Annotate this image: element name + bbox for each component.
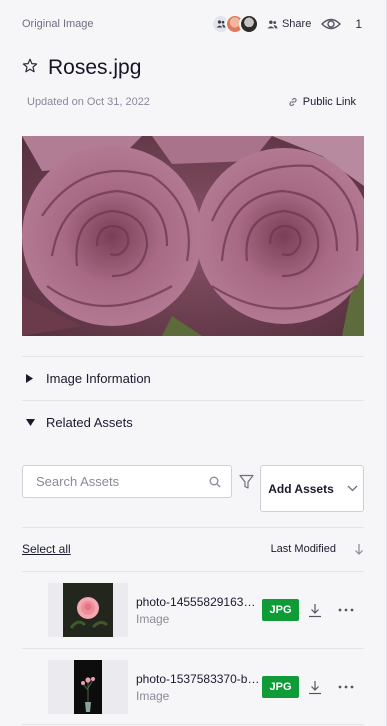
asset-details-panel: Original Image Share 1 Roses.jpg Updated… xyxy=(0,0,387,726)
breadcrumb: Original Image xyxy=(22,18,94,30)
image-information-toggle[interactable]: Image Information xyxy=(22,357,364,399)
more-options-icon[interactable] xyxy=(337,608,355,612)
add-assets-button[interactable]: Add Assets xyxy=(260,465,364,512)
people-icon xyxy=(267,20,278,28)
filter-icon[interactable] xyxy=(233,465,260,498)
asset-thumbnail xyxy=(48,660,128,714)
search-box[interactable] xyxy=(22,465,232,498)
collaborator-avatars[interactable] xyxy=(210,14,259,34)
list-header: Select all Last Modified xyxy=(22,538,364,560)
updated-date: Updated on Oct 31, 2022 xyxy=(27,96,150,108)
top-actions: Share 1 xyxy=(210,14,362,34)
more-options-icon[interactable] xyxy=(337,685,355,689)
meta-row: Updated on Oct 31, 2022 Public Link xyxy=(27,94,356,110)
related-assets-toggle[interactable]: Related Assets xyxy=(22,401,364,443)
top-bar: Original Image Share 1 xyxy=(22,12,362,36)
arrow-down-icon xyxy=(355,544,363,555)
public-link-button[interactable]: Public Link xyxy=(288,96,356,108)
sort-control[interactable]: Last Modified xyxy=(271,543,364,555)
caret-down-icon xyxy=(26,418,40,426)
chevron-down-icon xyxy=(341,485,363,492)
title-row: Roses.jpg xyxy=(22,54,141,82)
sort-label: Last Modified xyxy=(270,543,336,555)
asset-info: photo-1455582916367-25f75bfc6710 Image xyxy=(136,595,260,626)
section-label: Image Information xyxy=(46,370,151,386)
page-title: Roses.jpg xyxy=(48,56,142,79)
divider xyxy=(22,527,364,528)
related-assets-toolbar: Add Assets xyxy=(22,465,364,513)
select-all-link[interactable]: Select all xyxy=(22,542,71,556)
image-preview[interactable] xyxy=(22,136,364,336)
caret-right-icon xyxy=(26,373,40,383)
list-item[interactable]: photo-1455582916367-25f75bfc6710 Image J… xyxy=(22,573,364,647)
asset-name[interactable]: photo-1455582916367-25f75bfc6710 xyxy=(136,595,260,609)
roses-image xyxy=(22,136,364,336)
public-link-label: Public Link xyxy=(302,96,356,108)
asset-thumbnail xyxy=(48,583,128,637)
asset-info: photo-1537583370-bb0bfe7bad1e Image xyxy=(136,672,260,703)
search-input[interactable] xyxy=(36,474,209,489)
share-label: Share xyxy=(281,18,312,30)
divider xyxy=(22,648,364,649)
file-type-badge: JPG xyxy=(262,599,299,621)
favorite-star-icon[interactable] xyxy=(22,58,38,79)
download-icon[interactable] xyxy=(307,603,323,618)
asset-type: Image xyxy=(136,611,170,626)
divider xyxy=(22,571,364,572)
share-button[interactable]: Share xyxy=(267,18,311,30)
view-count[interactable]: 1 xyxy=(321,17,362,31)
link-icon xyxy=(289,97,297,107)
divider xyxy=(22,724,364,725)
view-count-value: 1 xyxy=(355,17,362,31)
file-type-badge: JPG xyxy=(262,676,299,698)
section-label: Related Assets xyxy=(46,414,133,430)
eye-icon xyxy=(321,18,342,30)
search-icon xyxy=(209,476,221,487)
download-icon[interactable] xyxy=(307,680,323,695)
avatar[interactable] xyxy=(238,14,259,34)
asset-name[interactable]: photo-1537583370-bb0bfe7bad1e xyxy=(136,672,260,686)
list-item[interactable]: photo-1537583370-bb0bfe7bad1e Image JPG xyxy=(22,650,364,724)
add-assets-label: Add Assets xyxy=(268,481,334,496)
asset-type: Image xyxy=(136,688,170,703)
